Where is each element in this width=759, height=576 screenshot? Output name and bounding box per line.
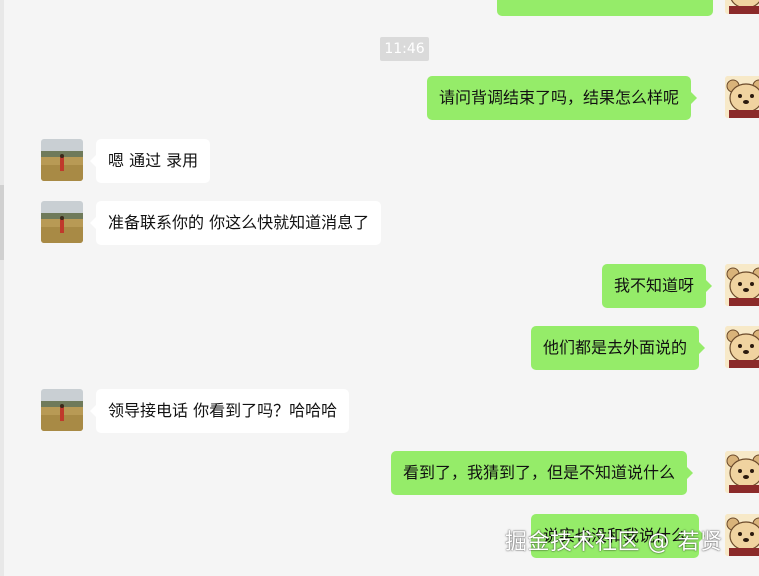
self-avatar[interactable] [725,451,759,493]
cartoon-bear-avatar-icon [725,76,759,118]
self-avatar[interactable] [725,514,759,556]
self-avatar[interactable] [725,326,759,368]
message-text: 请问背调结束了吗，结果怎么样呢 [439,88,680,107]
message-text: 准备联系你的 你这么快就知道消息了 [108,213,370,232]
message-timestamp: 11:46 [380,37,429,61]
cartoon-bear-avatar-icon [725,451,759,493]
message-text: 看到了，我猜到了，但是不知道说什么 [403,463,676,482]
message-bubble-outgoing[interactable]: … [497,0,713,16]
cartoon-bear-avatar-icon [725,326,759,368]
contact-avatar[interactable] [41,139,83,181]
message-text: 嗯 通过 录用 [108,151,199,170]
message-bubble-outgoing[interactable]: 他们都是去外面说的 [531,326,706,370]
message-text: 他们都是去外面说的 [543,338,688,357]
message-bubble-incoming[interactable]: 领导接电话 你看到了吗？哈哈哈 [89,389,350,433]
message-text: 我不知道呀 [614,276,695,295]
contact-avatar[interactable] [41,389,83,431]
cartoon-bear-avatar-icon [725,514,759,556]
watermark: 掘金技术社区 @ 若贤 [505,530,723,555]
contact-avatar[interactable] [41,201,83,243]
message-bubble-outgoing[interactable]: 看到了，我猜到了，但是不知道说什么 [391,451,694,495]
scrollbar-thumb[interactable] [0,185,4,260]
message-text: 领导接电话 你看到了吗？哈哈哈 [108,401,338,420]
cartoon-bear-avatar-icon [725,0,759,14]
self-avatar[interactable] [725,76,759,118]
message-bubble-outgoing[interactable]: 请问背调结束了吗，结果怎么样呢 [427,76,698,120]
message-bubble-incoming[interactable]: 嗯 通过 录用 [89,139,211,183]
field-landscape-avatar-icon [41,389,83,431]
self-avatar[interactable] [725,0,759,14]
message-bubble-incoming[interactable]: 准备联系你的 你这么快就知道消息了 [89,201,382,245]
chat-window: … 11:46 请问背调结束了吗，结果怎么样呢 [0,0,759,576]
scrollbar-track[interactable] [0,0,4,576]
message-bubble-outgoing[interactable]: 我不知道呀 [602,264,713,308]
field-landscape-avatar-icon [41,201,83,243]
field-landscape-avatar-icon [41,139,83,181]
self-avatar[interactable] [725,264,759,306]
cartoon-bear-avatar-icon [725,264,759,306]
